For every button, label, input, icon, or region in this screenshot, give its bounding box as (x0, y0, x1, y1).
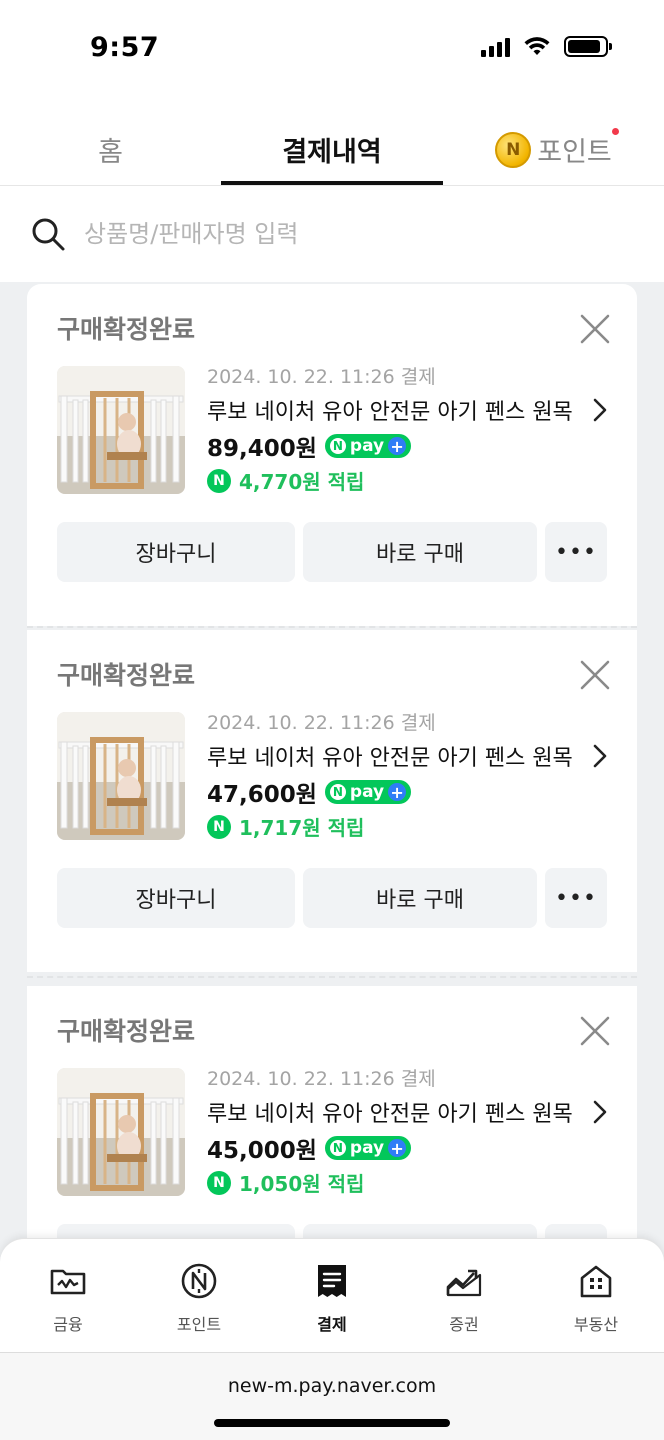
tab-home[interactable]: 홈 (0, 130, 221, 169)
npoint-icon: N (207, 814, 231, 839)
npoint-icon: N (207, 468, 231, 493)
product-name[interactable]: 루보 네이처 유아 안전문 아기 펜스 원목 (207, 394, 587, 426)
close-icon[interactable] (578, 658, 612, 692)
close-icon[interactable] (578, 312, 612, 346)
plus-icon: + (388, 1139, 407, 1158)
nav-point[interactable]: 포인트 (149, 1261, 249, 1335)
price-row: 47,600원 N pay + (207, 775, 412, 809)
payment-date: 2024. 10. 22. 11:26 결제 (207, 712, 436, 734)
notification-dot (612, 128, 619, 135)
price-row: 89,400원 N pay + (207, 429, 412, 463)
plus-icon: + (388, 783, 407, 802)
npoint-coin-icon: N (495, 131, 532, 168)
product-name[interactable]: 루보 네이처 유아 안전문 아기 펜스 원목 (207, 740, 587, 772)
finance-folder-icon (50, 1269, 86, 1295)
product-thumbnail[interactable] (57, 712, 185, 840)
tab-payment-history[interactable]: 결제내역 (221, 130, 443, 169)
cart-button[interactable]: 장바구니 (57, 868, 295, 928)
order-card: 구매확정완료 2024. 10. 22. 11:26 결제 루보 네이처 유아 … (27, 284, 637, 626)
npay-plus-badge: N pay + (324, 1136, 412, 1160)
cart-button[interactable]: 장바구니 (57, 522, 295, 582)
tab-point[interactable]: N 포인트 (443, 128, 664, 169)
status-icons (481, 36, 612, 57)
more-options-button[interactable]: ••• (545, 868, 607, 928)
status-time: 9:57 (90, 32, 160, 63)
npoint-coin-icon (181, 1263, 217, 1299)
close-icon[interactable] (578, 1014, 612, 1048)
payment-date: 2024. 10. 22. 11:26 결제 (207, 1068, 436, 1090)
buy-now-button[interactable]: 바로 구매 (303, 522, 537, 582)
reward-row: N 1,050원 적립 (207, 1168, 364, 1197)
receipt-icon (318, 1265, 346, 1297)
search-icon[interactable] (30, 216, 66, 252)
browser-url-bar[interactable]: new-m.pay.naver.com (0, 1352, 664, 1440)
battery-icon (564, 36, 612, 57)
more-options-button[interactable]: ••• (545, 522, 607, 582)
npay-plus-badge: N pay + (324, 434, 412, 458)
house-icon (580, 1265, 612, 1298)
npay-text: pay (349, 436, 385, 456)
product-price: 45,000원 (207, 1138, 317, 1164)
chevron-right-icon[interactable] (591, 743, 609, 769)
reward-row: N 4,770원 적립 (207, 466, 364, 495)
buy-now-button[interactable]: 바로 구매 (303, 868, 537, 928)
order-card: 구매확정완료 2024. 10. 22. 11:26 결제 루보 네이처 유아 … (27, 630, 637, 972)
reward-amount: 1,050원 적립 (239, 1172, 365, 1196)
npay-plus-badge: N pay + (324, 780, 412, 804)
top-tabs: 홈 결제내역 N 포인트 (0, 100, 664, 186)
order-status: 구매확정완료 (57, 1017, 196, 1046)
order-card: 구매확정완료 2024. 10. 22. 11:26 결제 루보 네이처 유아 … (27, 986, 637, 1284)
product-price: 89,400원 (207, 436, 317, 462)
active-tab-indicator (221, 181, 443, 185)
nav-finance[interactable]: 금융 (18, 1261, 118, 1335)
product-name[interactable]: 루보 네이처 유아 안전문 아기 펜스 원목 (207, 1096, 587, 1128)
npay-n-icon: N (329, 1140, 346, 1156)
bottom-nav: 금융 포인트 결제 증권 부동산 (0, 1238, 664, 1352)
chevron-right-icon[interactable] (591, 1099, 609, 1125)
product-price: 47,600원 (207, 782, 317, 808)
wifi-icon (524, 36, 550, 55)
status-bar: 9:57 (0, 0, 664, 100)
npay-text: pay (349, 782, 385, 802)
npoint-icon: N (207, 1170, 231, 1195)
card-divider (27, 976, 637, 978)
npay-text: pay (349, 1138, 385, 1158)
chevron-right-icon[interactable] (591, 397, 609, 423)
search-input[interactable] (84, 214, 624, 254)
reward-amount: 1,717원 적립 (239, 816, 365, 840)
product-thumbnail[interactable] (57, 1068, 185, 1196)
reward-row: N 1,717원 적립 (207, 812, 364, 841)
product-thumbnail[interactable] (57, 366, 185, 494)
order-status: 구매확정완료 (57, 661, 196, 690)
npay-n-icon: N (329, 438, 346, 454)
nav-real-estate[interactable]: 부동산 (546, 1261, 646, 1335)
order-status: 구매확정완료 (57, 315, 196, 344)
stock-chart-icon (446, 1269, 482, 1297)
card-divider (27, 626, 637, 628)
npay-n-icon: N (329, 784, 346, 800)
payment-date: 2024. 10. 22. 11:26 결제 (207, 366, 436, 388)
url-text[interactable]: new-m.pay.naver.com (0, 1375, 664, 1397)
search-bar (0, 186, 664, 282)
plus-icon: + (388, 437, 407, 456)
home-indicator[interactable] (214, 1419, 450, 1427)
price-row: 45,000원 N pay + (207, 1131, 412, 1165)
nav-payment[interactable]: 결제 (282, 1261, 382, 1335)
nav-stocks[interactable]: 증권 (414, 1261, 514, 1335)
cellular-signal-icon (481, 37, 510, 57)
reward-amount: 4,770원 적립 (239, 470, 365, 494)
tab-point-label: 포인트 (537, 137, 612, 168)
